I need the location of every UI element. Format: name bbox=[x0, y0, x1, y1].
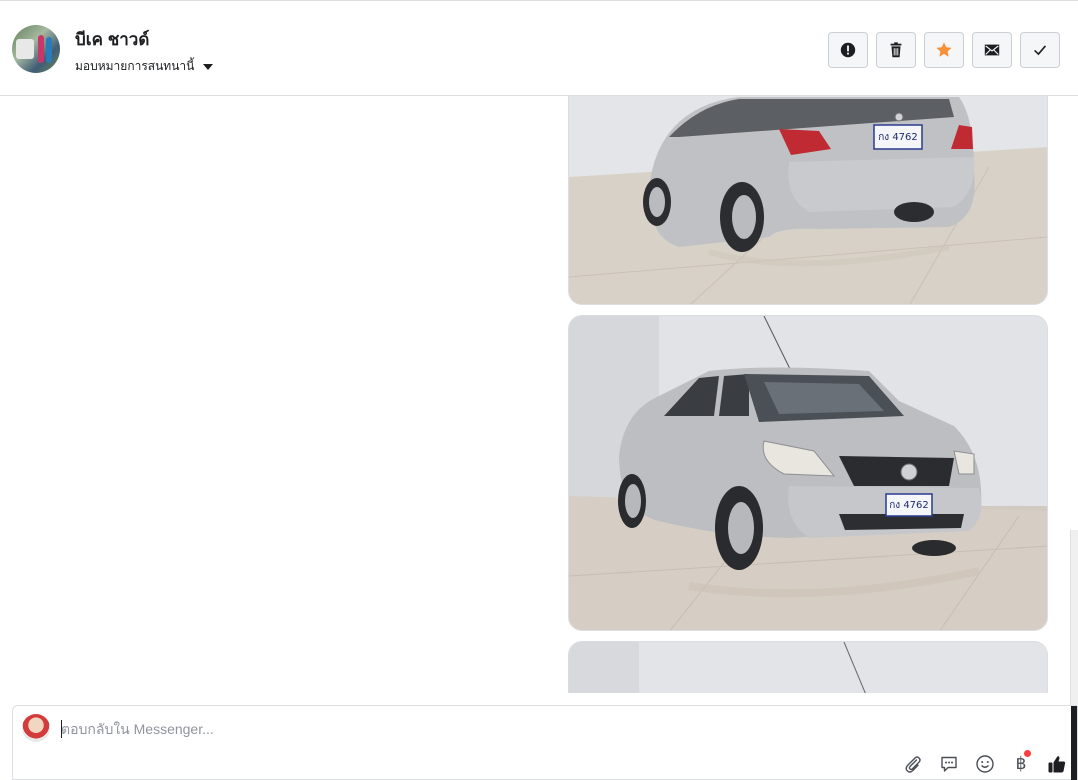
inbox-conversation: บีเค ชาวด์ มอบหมายการสนทนานี้ กง 4762 กง… bbox=[0, 0, 1078, 780]
emoji-icon bbox=[976, 755, 994, 773]
car-photo-rear[interactable]: กง 4762 bbox=[568, 96, 1048, 305]
emoji-button[interactable] bbox=[973, 752, 997, 776]
checkmark-icon bbox=[1034, 45, 1047, 56]
spam-button[interactable] bbox=[828, 32, 868, 68]
car-photo-partial[interactable] bbox=[568, 641, 1048, 693]
svg-text:กง 4762: กง 4762 bbox=[878, 132, 918, 143]
conversation-header: บีเค ชาวด์ มอบหมายการสนทนานี้ bbox=[0, 0, 1078, 96]
text-cursor bbox=[61, 720, 62, 738]
reply-input[interactable] bbox=[61, 718, 961, 740]
caret-down-icon bbox=[203, 63, 214, 70]
assign-conversation-dropdown[interactable]: มอบหมายการสนทนานี้ bbox=[75, 57, 214, 76]
contact-name[interactable]: บีเค ชาวด์ bbox=[75, 26, 149, 53]
page-avatar bbox=[22, 714, 50, 742]
baht-icon: ฿ bbox=[1015, 754, 1027, 774]
notification-dot bbox=[1024, 750, 1031, 757]
payment-button[interactable]: ฿ bbox=[1009, 750, 1033, 776]
like-button[interactable] bbox=[1045, 752, 1069, 776]
reply-composer: ฿ bbox=[12, 705, 1078, 780]
star-icon bbox=[936, 42, 952, 57]
composer-actions: ฿ bbox=[901, 750, 1069, 776]
saved-replies-button[interactable] bbox=[937, 752, 961, 776]
star-button[interactable] bbox=[924, 32, 964, 68]
contact-avatar[interactable] bbox=[12, 25, 60, 73]
conversation-toolbar bbox=[828, 32, 1060, 68]
alert-circle-icon bbox=[840, 42, 856, 58]
assign-label: มอบหมายการสนทนานี้ bbox=[75, 59, 195, 73]
thumbs-up-icon bbox=[1048, 756, 1066, 773]
chat-bubble-icon bbox=[941, 756, 957, 772]
attach-button[interactable] bbox=[901, 752, 925, 776]
composer-scroll-edge bbox=[1071, 706, 1077, 780]
mark-done-button[interactable] bbox=[1020, 32, 1060, 68]
side-panel-edge bbox=[1070, 530, 1078, 705]
delete-button[interactable] bbox=[876, 32, 916, 68]
envelope-icon bbox=[984, 44, 1000, 56]
trash-icon bbox=[890, 42, 902, 58]
car-photo-front[interactable]: กง 4762 bbox=[568, 315, 1048, 631]
message-thread[interactable]: กง 4762 กง 4762 bbox=[0, 96, 1078, 693]
paperclip-icon bbox=[905, 756, 921, 773]
svg-text:กง 4762: กง 4762 bbox=[889, 500, 929, 511]
mark-unread-button[interactable] bbox=[972, 32, 1012, 68]
